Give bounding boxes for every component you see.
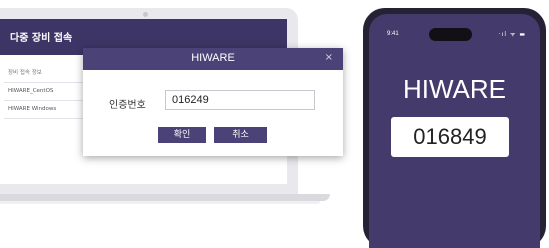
phone-notch (429, 28, 472, 41)
phone: 9:41 ·ıl ᯤ ▬ HIWARE 016849 (363, 8, 546, 248)
laptop-camera (143, 12, 148, 17)
app-title: 다중 장비 접속 (10, 33, 73, 44)
close-icon[interactable]: × (325, 52, 333, 63)
device-table: 장비 접속 정보 HIWARE_CentOS HIWARE Windows (4, 65, 84, 119)
phone-screen: 9:41 ·ıl ᯤ ▬ HIWARE 016849 (369, 14, 540, 248)
cancel-button[interactable]: 취소 (214, 127, 267, 143)
laptop-base (0, 194, 330, 201)
otp-code-box: 016849 (391, 117, 509, 157)
dialog-title: HIWARE (191, 52, 235, 64)
dialog-titlebar: HIWARE × (83, 48, 343, 70)
table-row[interactable]: HIWARE_CentOS (4, 83, 84, 101)
laptop-shadow (0, 201, 320, 204)
table-row[interactable]: HIWARE Windows (4, 101, 84, 119)
status-icons: ·ıl ᯤ ▬ (498, 31, 526, 38)
auth-code-label: 인증번호 (109, 100, 146, 111)
auth-dialog: HIWARE × 인증번호 016249 확인 취소 (83, 48, 343, 156)
status-time: 9:41 (387, 31, 399, 37)
confirm-button[interactable]: 확인 (158, 127, 206, 143)
table-header: 장비 접속 정보 (4, 65, 84, 83)
auth-code-input[interactable]: 016249 (165, 90, 315, 110)
phone-app-title: HIWARE (402, 74, 507, 104)
